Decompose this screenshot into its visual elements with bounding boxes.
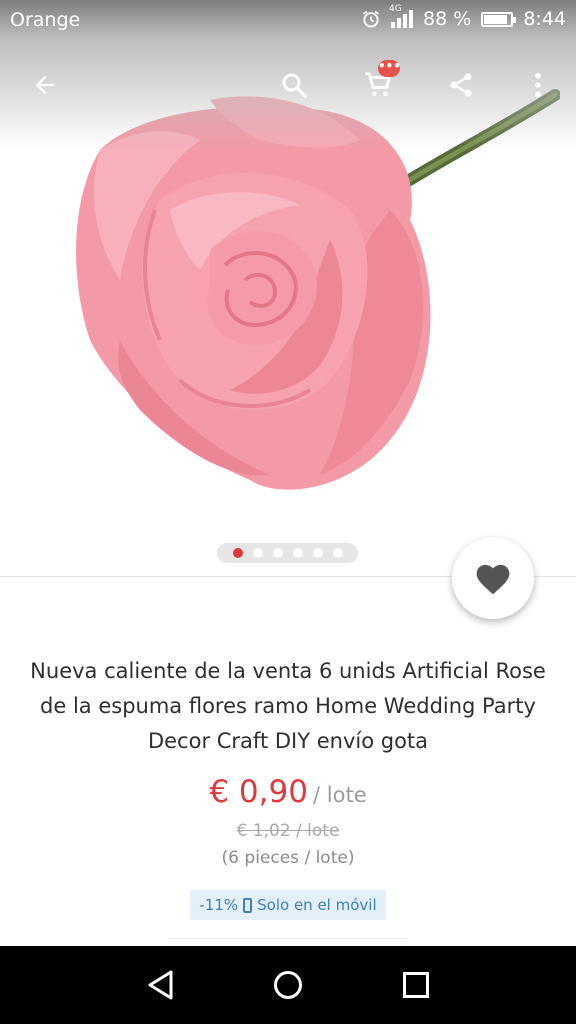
back-button[interactable] [17,50,73,120]
more-options-button[interactable] [510,50,566,120]
mobile-discount-badge: -11% Solo en el móvil [190,890,386,920]
gallery-dot[interactable] [292,548,303,558]
carrier-name: Orange [10,9,81,31]
nav-back-button[interactable] [111,946,211,1024]
recents-square-icon [403,972,429,998]
signal-icon: 4G [389,4,414,28]
nav-recents-button[interactable] [366,946,466,1024]
cart-badge: ••• [378,60,401,77]
mobile-only-label: Solo en el móvil [257,896,377,914]
share-button[interactable] [433,50,489,120]
search-button[interactable] [266,50,322,120]
share-icon [450,73,472,97]
product-title: Nueva caliente de la venta 6 unids Artif… [30,659,546,753]
top-toolbar: ••• [0,50,576,120]
gallery-dot[interactable] [272,548,283,558]
system-nav-bar [0,946,576,1024]
back-arrow-icon [35,75,55,95]
original-price: € 1,02 / lote [236,821,340,841]
price-unit: / lote [313,783,367,807]
gallery-dot[interactable] [312,548,323,558]
more-vert-icon [535,72,541,98]
battery-percent: 88 % [423,8,472,30]
pieces-per-lot: (6 pieces / lote) [221,848,355,868]
price-row: € 0,90 / lote [0,774,576,810]
alarm-icon [363,10,380,28]
battery-icon [481,11,517,27]
home-circle-icon [274,971,302,999]
cart-button[interactable]: ••• [350,50,406,120]
product-image-gallery[interactable]: ••• [0,0,576,575]
heart-icon [476,564,510,595]
nav-home-button[interactable] [238,946,338,1024]
current-price: € 0,90 [209,774,308,810]
smartphone-icon [243,897,253,913]
back-triangle-icon [148,970,173,1000]
network-type: 4G [389,4,402,14]
gallery-dot[interactable] [232,548,243,558]
wishlist-button[interactable] [452,537,534,619]
gallery-dot[interactable] [252,548,263,558]
gallery-pagination [217,543,358,563]
content-divider [168,938,408,939]
clock: 8:44 [523,8,566,30]
search-icon [282,73,307,98]
gallery-dot[interactable] [332,548,343,558]
discount-percent: -11% [199,896,239,914]
status-bar: Orange 4G 88 % 8:44 [0,0,576,40]
